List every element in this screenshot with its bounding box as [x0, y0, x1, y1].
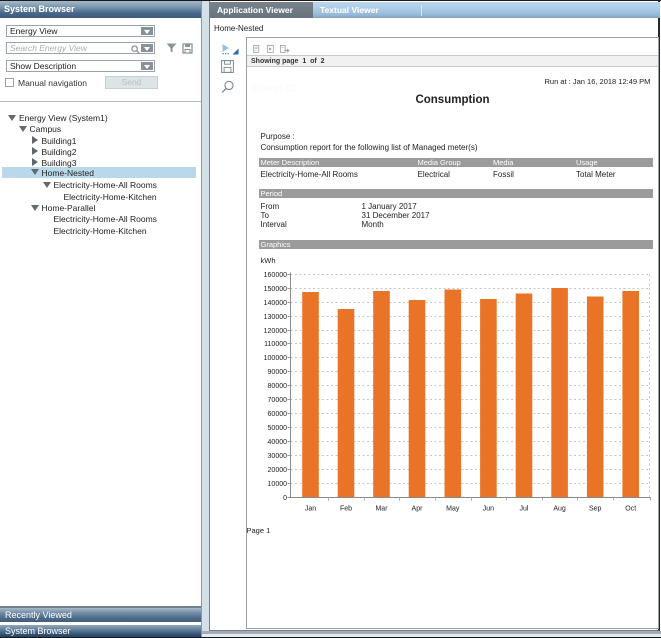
svg-text:60000: 60000	[268, 411, 288, 418]
svg-text:Sep: Sep	[589, 506, 602, 513]
svg-text:Jul: Jul	[520, 506, 529, 513]
svg-text:160000: 160000	[264, 272, 287, 279]
svg-text:150000: 150000	[264, 286, 287, 293]
svg-text:80000: 80000	[268, 383, 288, 390]
svg-text:May: May	[446, 506, 460, 513]
svg-text:110000: 110000	[264, 341, 287, 348]
svg-text:100000: 100000	[264, 355, 287, 362]
svg-text:Oct: Oct	[625, 506, 636, 513]
svg-text:Apr: Apr	[412, 506, 424, 513]
svg-text:Jun: Jun	[483, 506, 494, 513]
svg-text:120000: 120000	[264, 328, 287, 335]
svg-text:30000: 30000	[268, 453, 288, 460]
svg-text:0: 0	[283, 495, 287, 502]
svg-text:Mar: Mar	[375, 506, 388, 513]
svg-text:Aug: Aug	[553, 506, 566, 513]
svg-text:10000: 10000	[268, 481, 288, 488]
svg-text:Jan: Jan	[305, 506, 316, 513]
svg-text:90000: 90000	[268, 369, 288, 376]
svg-text:40000: 40000	[268, 439, 288, 446]
svg-text:Feb: Feb	[340, 506, 352, 513]
svg-text:20000: 20000	[268, 467, 288, 474]
svg-text:70000: 70000	[268, 397, 288, 404]
svg-text:130000: 130000	[264, 314, 287, 321]
svg-text:140000: 140000	[264, 300, 287, 307]
svg-text:50000: 50000	[268, 425, 288, 432]
